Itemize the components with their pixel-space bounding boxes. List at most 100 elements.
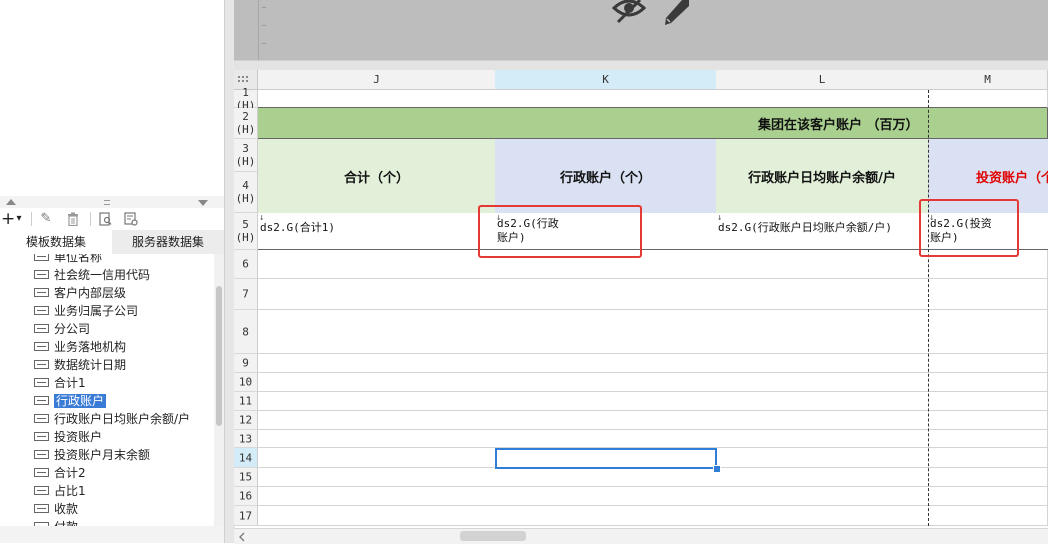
row-header[interactable]: 11	[234, 392, 258, 411]
row-header[interactable]: 6	[234, 250, 258, 279]
grid-cell[interactable]	[258, 310, 496, 354]
grid-cell[interactable]	[928, 310, 1048, 354]
grid-cell[interactable]	[495, 468, 717, 487]
group-header-cell[interactable]: 集团在该客户账户 （百万）	[258, 108, 1048, 139]
row-header[interactable]: 12	[234, 411, 258, 430]
grid-cell[interactable]	[258, 430, 496, 448]
grid-cell[interactable]	[258, 279, 496, 310]
grid-cell[interactable]	[258, 411, 496, 430]
grid-cell[interactable]	[928, 506, 1048, 526]
grid-cell[interactable]	[495, 310, 717, 354]
grid-cell[interactable]	[716, 250, 929, 279]
preview-icon[interactable]	[96, 210, 114, 228]
grid-cell[interactable]	[928, 411, 1048, 430]
panel-splitter[interactable]	[0, 196, 224, 208]
field-item[interactable]: 社会统一信用代码	[34, 266, 150, 284]
grid-cell[interactable]	[495, 506, 717, 526]
field-item[interactable]: 分公司	[34, 320, 90, 338]
row-header[interactable]: 9	[234, 354, 258, 373]
grid-cell[interactable]	[495, 487, 717, 506]
grid-cell[interactable]	[495, 411, 717, 430]
grid-cell[interactable]	[716, 468, 929, 487]
active-cell-selection[interactable]	[495, 448, 717, 469]
grid-cell[interactable]	[716, 90, 929, 108]
field-item[interactable]: 投资账户	[34, 428, 102, 446]
row-header[interactable]: 10	[234, 373, 258, 392]
field-item[interactable]: 合计1	[34, 374, 86, 392]
field-item[interactable]: 投资账户月末余额	[34, 446, 150, 464]
field-item[interactable]: 业务归属子公司	[34, 302, 138, 320]
delete-trash-icon[interactable]	[64, 210, 82, 228]
add-dropdown-icon[interactable]: ▾	[14, 210, 24, 228]
column-header[interactable]: M	[928, 70, 1048, 90]
grid-cell[interactable]	[928, 392, 1048, 411]
grid-cell[interactable]	[495, 90, 717, 108]
grid-cell[interactable]	[928, 430, 1048, 448]
field-item[interactable]: 客户内部层级	[34, 284, 126, 302]
grid-cell[interactable]	[258, 373, 496, 392]
grid-cell[interactable]	[928, 448, 1048, 468]
grid-cell[interactable]	[258, 90, 496, 108]
horizontal-scroll-thumb[interactable]	[460, 531, 526, 541]
collapse-up-icon[interactable]	[6, 199, 16, 205]
header-cell-total[interactable]: 合计（个）	[258, 139, 496, 214]
settings-dataset-icon[interactable]	[122, 210, 140, 228]
grid-cell[interactable]	[258, 250, 496, 279]
row-header[interactable]: 7	[234, 279, 258, 310]
field-list-scroll-thumb[interactable]	[216, 286, 222, 426]
field-item[interactable]: 付款	[34, 518, 78, 526]
row-header[interactable]: 14	[234, 448, 258, 468]
field-item[interactable]: 业务落地机构	[34, 338, 126, 356]
header-cell-admin-accounts[interactable]: 行政账户（个）	[495, 139, 717, 214]
edit-pencil-large-icon[interactable]	[662, 0, 692, 26]
grid-cell[interactable]	[716, 448, 929, 468]
grid-cell[interactable]	[716, 506, 929, 526]
field-item[interactable]: 合计2	[34, 464, 86, 482]
row-header[interactable]: 13	[234, 430, 258, 448]
grid-cell[interactable]	[258, 448, 496, 468]
edit-pencil-icon[interactable]: ✎	[37, 210, 55, 228]
grid-cell[interactable]	[716, 354, 929, 373]
grid-cell[interactable]	[716, 430, 929, 448]
eye-hidden-icon[interactable]	[612, 0, 646, 26]
grid-cell[interactable]	[495, 430, 717, 448]
scroll-left-icon[interactable]	[238, 532, 246, 542]
grid-cell[interactable]	[495, 279, 717, 310]
row-header[interactable]: 15	[234, 468, 258, 487]
field-item[interactable]: 单位名称	[34, 254, 102, 266]
column-header[interactable]: L	[716, 70, 929, 90]
row-header[interactable]: 1 (H)	[234, 86, 258, 112]
grid-cell[interactable]	[258, 392, 496, 411]
row-header[interactable]: 4 (H)	[234, 172, 258, 213]
fill-handle[interactable]	[713, 465, 721, 473]
row-header[interactable]: 5 (H)	[234, 213, 258, 250]
grid-cell[interactable]	[716, 392, 929, 411]
grid-cell[interactable]	[258, 506, 496, 526]
data-cell-admin-avg-balance[interactable]: ↓ ds2.G(行政账户日均账户余额/户)	[716, 213, 929, 250]
grid-cell[interactable]	[258, 354, 496, 373]
row-header[interactable]: 3 (H)	[234, 139, 258, 172]
grid-cell[interactable]	[928, 373, 1048, 392]
tab-server-dataset[interactable]: 服务器数据集	[112, 230, 224, 254]
grid-cell[interactable]	[716, 310, 929, 354]
grid-cell[interactable]	[928, 354, 1048, 373]
column-header[interactable]: K	[495, 70, 717, 90]
header-cell-admin-avg-balance[interactable]: 行政账户日均账户余额/户	[716, 139, 929, 214]
add-icon[interactable]: +	[1, 210, 15, 228]
grid-cell[interactable]	[495, 354, 717, 373]
grid-cell[interactable]	[716, 411, 929, 430]
grid-cell[interactable]	[928, 90, 1048, 108]
grid-cell[interactable]	[716, 373, 929, 392]
field-item[interactable]: 行政账户日均账户余额/户	[34, 410, 190, 428]
horizontal-scrollbar[interactable]	[234, 528, 1048, 544]
field-item[interactable]: 行政账户	[34, 392, 107, 410]
grid-cell[interactable]	[716, 487, 929, 506]
row-header[interactable]: 16	[234, 487, 258, 506]
grid-cell[interactable]	[258, 487, 496, 506]
row-header[interactable]: 17	[234, 506, 258, 526]
column-header[interactable]: J	[258, 70, 496, 90]
field-item[interactable]: 数据统计日期	[34, 356, 126, 374]
row-header[interactable]: 2 (H)	[234, 108, 258, 139]
collapse-down-icon[interactable]	[198, 200, 208, 206]
data-cell-total[interactable]: ↓ ds2.G(合计1)	[258, 213, 496, 250]
